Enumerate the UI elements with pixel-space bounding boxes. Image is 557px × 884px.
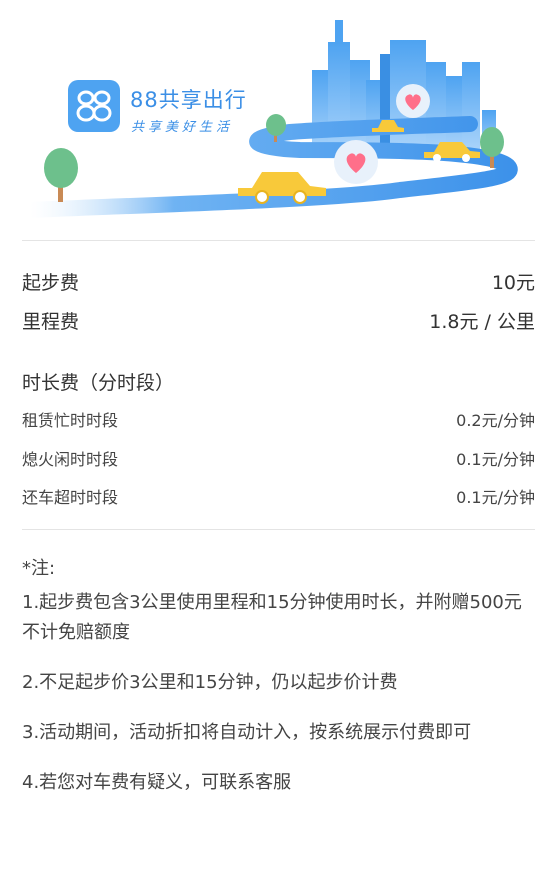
notes-heading: *注: <box>22 558 56 579</box>
fee-label: 起步费 <box>22 272 80 294</box>
brand-title: 88共享出行 <box>130 88 247 112</box>
period-label: 熄火闲时时段 <box>22 450 119 469</box>
notes-section: *注: 1.起步费包含3公里使用里程和15分钟使用时长，并附赠500元不计免赔额… <box>22 556 535 798</box>
note-item: 1.起步费包含3公里使用里程和15分钟使用时长，并附赠500元不计免赔额度 <box>22 592 522 643</box>
period-label: 还车超时时段 <box>22 488 119 507</box>
tree-left-icon <box>44 148 78 202</box>
divider <box>22 240 535 241</box>
heart-bubble-icon <box>334 140 378 184</box>
note-item: 2.不足起步价3公里和15分钟，仍以起步价计费 <box>22 672 398 693</box>
fee-value: 10元 <box>491 272 535 294</box>
period-row-overtime: 还车超时时段 0.1元/分钟 <box>22 484 535 508</box>
note-item: 3.活动期间，活动折扣将自动计入，按系统展示付费即可 <box>22 722 472 743</box>
heart-bubble-small-icon <box>396 84 430 118</box>
note-item: 4.若您对车费有疑义，可联系客服 <box>22 772 292 793</box>
fee-row-mileage: 里程费 1.8元 / 公里 <box>22 307 535 334</box>
88-logo-icon <box>68 80 120 132</box>
fee-label: 里程费 <box>22 311 80 333</box>
city-illustration <box>22 20 518 218</box>
fee-value: 1.8元 / 公里 <box>429 311 535 333</box>
brand-slogan: 共享美好生活 <box>131 120 234 135</box>
period-value: 0.1元/分钟 <box>456 450 535 469</box>
period-value: 0.2元/分钟 <box>456 411 535 430</box>
period-value: 0.1元/分钟 <box>456 488 535 507</box>
header-banner: 88共享出行 共享美好生活 <box>0 0 557 230</box>
duration-fee-title: 时长费（分时段） <box>22 372 175 394</box>
fee-row-base: 起步费 10元 <box>22 268 535 295</box>
period-row-busy: 租赁忙时时段 0.2元/分钟 <box>22 407 535 431</box>
divider <box>22 529 535 530</box>
period-label: 租赁忙时时段 <box>22 411 119 430</box>
period-row-idle: 熄火闲时时段 0.1元/分钟 <box>22 446 535 470</box>
